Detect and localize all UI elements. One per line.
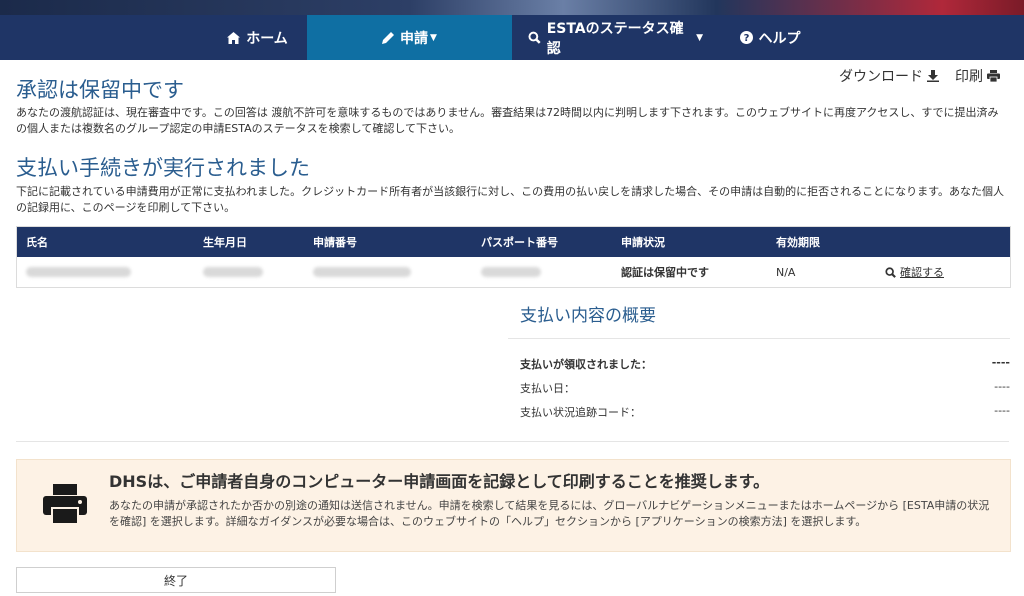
main-nav: ホーム 申請 ▼ ESTAのステータス確認 ▼ ? ヘルプ (0, 15, 1024, 60)
nav-apply-label: 申請 (400, 30, 429, 47)
pending-title: 承認は保留中です (16, 78, 184, 102)
name-redacted (26, 257, 131, 287)
tracking-code-row: 支払い状況追跡コード： ---- (520, 404, 1010, 420)
tracking-code-label: 支払い状況追跡コード： (520, 406, 641, 419)
divider (16, 441, 1009, 442)
nav-home-label: ホーム (246, 30, 288, 47)
chevron-down-icon: ▼ (430, 32, 437, 43)
confirm-link-label[interactable]: 確認する (900, 264, 944, 280)
print-icon (987, 70, 1000, 82)
page-actions: ダウンロード 印刷 (839, 66, 1000, 86)
home-icon (227, 31, 241, 44)
confirm-link[interactable]: 確認する (885, 257, 944, 287)
nav-apply[interactable]: 申請 ▼ (307, 15, 512, 60)
search-icon (885, 266, 896, 278)
nav-status[interactable]: ESTAのステータス確認 ▼ (528, 15, 703, 60)
notice-text: あなたの申請が承認されたか否かの別途の通知は送信されません。申請を検索して結果を… (109, 499, 990, 528)
birthdate-redacted (203, 257, 263, 287)
pending-text: あなたの渡航認証は、現在審査中です。この回答は 渡航不許可を意味するものではあり… (16, 106, 999, 135)
payment-date-value: ---- (994, 380, 1010, 393)
payment-received-value: ---- (991, 356, 1010, 369)
status-value: 認証は保留中です (621, 266, 709, 279)
payment-received-row: 支払いが領収されました： ---- (520, 356, 1010, 372)
header-passport-number: パスポート番号 (481, 236, 558, 249)
application-number-redacted (313, 257, 411, 287)
tracking-code-value: ---- (994, 404, 1010, 417)
search-icon (528, 31, 541, 44)
download-icon (927, 70, 939, 82)
header-birthdate: 生年月日 (203, 236, 247, 249)
end-button[interactable]: 終了 (16, 567, 336, 593)
expiry-value: N/A (776, 265, 796, 279)
payment-received-label: 支払いが領収されました： (520, 358, 652, 371)
passport-number-redacted (481, 257, 541, 287)
printer-icon (43, 484, 87, 524)
download-button[interactable]: ダウンロード (839, 66, 939, 86)
table-row: 認証は保留中です N/A 確認する (17, 257, 1010, 287)
nav-help[interactable]: ? ヘルプ (735, 15, 805, 60)
download-label: ダウンロード (839, 69, 923, 85)
header-application-number: 申請番号 (313, 236, 357, 249)
pencil-icon (382, 31, 395, 44)
nav-status-label: ESTAのステータス確認 (546, 20, 684, 57)
print-label: 印刷 (955, 69, 983, 85)
svg-text:?: ? (743, 33, 749, 44)
notice-title: DHSは、ご申請者自身のコンピューター申請画面を記録として印刷することを推奨しま… (109, 472, 770, 491)
header-expiry: 有効期限 (776, 236, 820, 249)
payment-date-row: 支払い日： ---- (520, 380, 1010, 396)
divider (508, 338, 1010, 339)
header-status: 申請状況 (621, 236, 665, 249)
payment-date-label: 支払い日： (520, 382, 575, 395)
chevron-down-icon: ▼ (696, 32, 703, 43)
question-circle-icon: ? (739, 31, 753, 44)
payment-text: 下記に記載されている申請費用が正常に支払われました。クレジットカード所有者が当該… (16, 185, 1005, 214)
summary-title: 支払い内容の概要 (520, 306, 656, 326)
payment-title: 支払い手続きが実行されました (16, 156, 310, 180)
table-header: 氏名 生年月日 申請番号 パスポート番号 申請状況 有効期限 (17, 227, 1010, 257)
nav-home[interactable]: ホーム (215, 15, 300, 60)
application-table: 氏名 生年月日 申請番号 パスポート番号 申請状況 有効期限 認証は保留中です … (16, 226, 1011, 288)
header-name: 氏名 (26, 236, 48, 249)
print-button[interactable]: 印刷 (955, 66, 1000, 86)
nav-help-label: ヘルプ (758, 30, 801, 47)
print-recommendation-notice: DHSは、ご申請者自身のコンピューター申請画面を記録として印刷することを推奨しま… (16, 459, 1011, 552)
header-banner (0, 0, 1024, 15)
